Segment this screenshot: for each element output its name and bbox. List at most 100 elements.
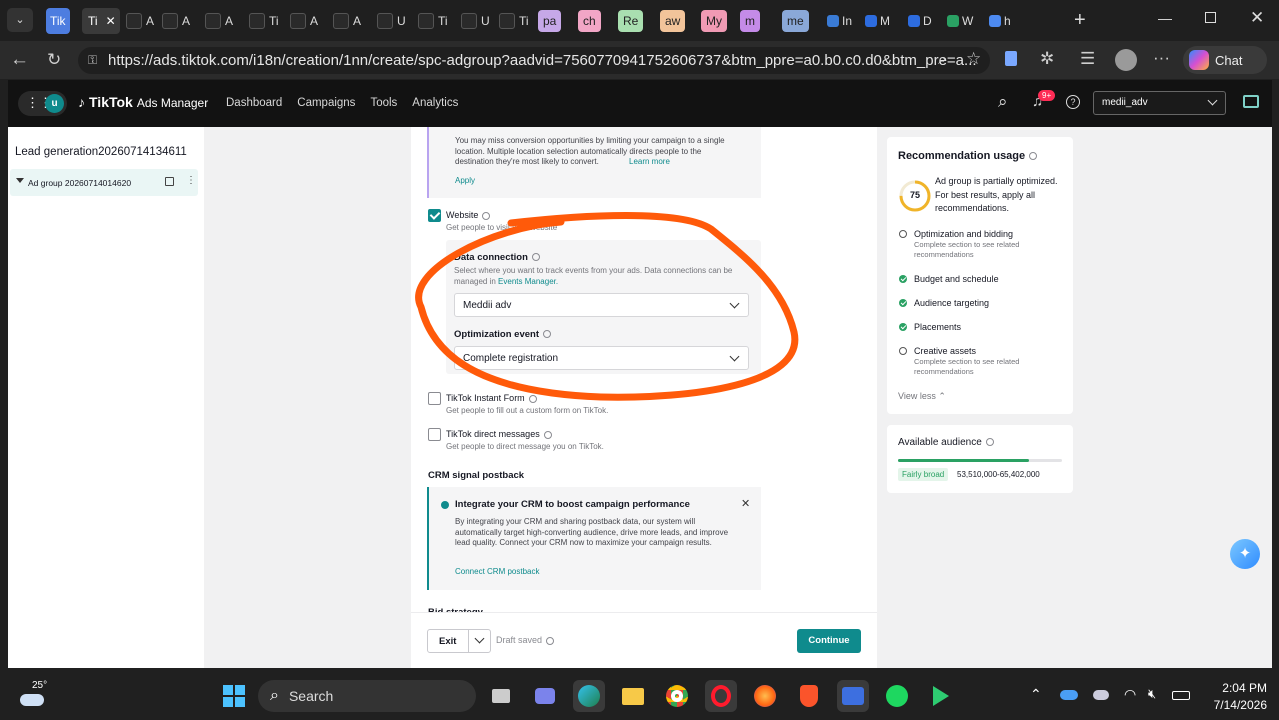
recommendation-item[interactable]: Creative assets Complete section to see r… xyxy=(899,346,1054,377)
browser-tab[interactable]: U xyxy=(461,8,490,34)
direct-messages-checkbox[interactable] xyxy=(428,428,441,441)
close-window-icon[interactable]: ✕ xyxy=(1250,8,1264,28)
tiktok-logo[interactable]: ♪ TikTok Ads Manager xyxy=(78,94,208,110)
info-icon[interactable] xyxy=(528,394,537,403)
duplicate-icon[interactable] xyxy=(165,177,174,186)
teams-icon[interactable] xyxy=(529,680,561,712)
browser-tab[interactable]: Ti xyxy=(249,8,279,34)
edge-icon[interactable] xyxy=(573,680,605,712)
browser-tab-colored[interactable]: D xyxy=(903,10,937,32)
browser-tab-colored[interactable]: In xyxy=(822,10,857,32)
file-explorer-icon[interactable] xyxy=(617,680,649,712)
browser-tab[interactable]: A xyxy=(333,8,361,34)
browser-tab[interactable]: A xyxy=(290,8,318,34)
browser-tab[interactable]: U xyxy=(377,8,406,34)
connect-crm-link[interactable]: Connect CRM postback xyxy=(455,567,539,576)
close-tab-icon[interactable]: ✕ xyxy=(106,14,116,28)
cloud-sync-icon[interactable] xyxy=(1093,690,1109,700)
browser-tab-colored[interactable]: M xyxy=(860,10,895,32)
browser-tab-colored[interactable]: aw xyxy=(660,10,686,32)
site-info-icon[interactable]: ⚿ xyxy=(88,53,97,68)
minimize-icon[interactable]: — xyxy=(1158,10,1172,26)
instant-form-checkbox[interactable] xyxy=(428,392,441,405)
onedrive-icon[interactable] xyxy=(1060,690,1078,700)
browser-tab[interactable]: A xyxy=(126,8,154,34)
crm-close-icon[interactable]: ✕ xyxy=(741,497,750,510)
browser-tab-colored[interactable]: ch xyxy=(578,10,601,32)
restore-icon[interactable] xyxy=(1205,12,1216,23)
browser-tab[interactable]: Ti xyxy=(418,8,448,34)
browser-tab-colored[interactable]: h xyxy=(984,10,1016,32)
info-icon[interactable] xyxy=(985,438,994,447)
info-icon[interactable] xyxy=(1029,152,1038,161)
chrome-icon[interactable] xyxy=(661,680,693,712)
view-less-link[interactable]: View less ⌃ xyxy=(898,391,946,402)
account-selector[interactable]: medii_adv xyxy=(1093,91,1226,115)
ai-assistant-button[interactable]: ✦ xyxy=(1230,539,1260,569)
task-view-icon[interactable] xyxy=(485,680,517,712)
exit-button[interactable]: Exit xyxy=(427,629,491,653)
browser-tab-colored[interactable]: W xyxy=(942,10,978,32)
opera-icon[interactable] xyxy=(705,680,737,712)
info-icon[interactable] xyxy=(543,430,552,439)
recommendation-item[interactable]: Optimization and bidding Complete section… xyxy=(899,229,1054,260)
info-icon[interactable] xyxy=(482,211,491,220)
events-manager-link[interactable]: Events Manager. xyxy=(498,277,558,286)
app-icon[interactable] xyxy=(837,680,869,712)
business-center-icon[interactable] xyxy=(1243,95,1259,108)
brave-icon[interactable] xyxy=(793,680,825,712)
nav-item-dashboard[interactable]: Dashboard xyxy=(226,97,282,109)
browser-tab[interactable]: Ti xyxy=(499,8,529,34)
more-icon[interactable]: ··· xyxy=(1153,48,1170,68)
tray-overflow-icon[interactable]: ⌃ xyxy=(1030,686,1042,703)
info-icon[interactable] xyxy=(546,636,555,645)
browser-tab-colored[interactable]: Re xyxy=(618,10,644,32)
info-icon[interactable] xyxy=(531,253,540,262)
nav-item-campaigns[interactable]: Campaigns xyxy=(297,97,355,109)
learn-more-link[interactable]: Learn more xyxy=(629,157,670,166)
browser-tab-colored[interactable]: pa xyxy=(538,10,562,32)
campaign-name[interactable]: Lead generation20260714134611 xyxy=(15,146,187,158)
wifi-icon[interactable]: ◠ xyxy=(1124,686,1136,703)
new-tab-icon[interactable]: + xyxy=(1074,9,1086,32)
recommendation-item[interactable]: Placements xyxy=(899,322,961,332)
browser-tab-colored[interactable]: me xyxy=(782,10,809,32)
info-icon[interactable] xyxy=(542,330,551,339)
extension-icon[interactable] xyxy=(1005,51,1017,66)
nav-item-tools[interactable]: Tools xyxy=(370,97,397,109)
recommendation-item[interactable]: Budget and schedule xyxy=(899,274,999,284)
refresh-icon[interactable]: ↻ xyxy=(47,50,61,70)
profile-avatar[interactable] xyxy=(1115,49,1137,71)
tab-actions-chevron-icon[interactable]: ⌄ xyxy=(7,8,33,32)
sidebar-item-adgroup[interactable]: Ad group 20260714014620 ⋮ xyxy=(10,169,198,196)
help-icon[interactable]: ? xyxy=(1066,95,1080,109)
address-bar[interactable]: ⚿ https://ads.tiktok.com/i18n/creation/1… xyxy=(78,47,990,74)
favorites-icon[interactable]: ☰ xyxy=(1080,49,1095,69)
website-checkbox[interactable] xyxy=(428,209,441,222)
firefox-icon[interactable] xyxy=(749,680,781,712)
taskbar-search[interactable]: ⌕ Search xyxy=(258,680,476,712)
tab-tiktok-1[interactable]: Tik xyxy=(46,8,70,34)
recommendation-item[interactable]: Audience targeting xyxy=(899,298,989,308)
continue-button[interactable]: Continue xyxy=(797,629,861,653)
optimization-event-select[interactable]: Complete registration xyxy=(454,346,749,370)
favorite-star-icon[interactable]: ☆ xyxy=(966,49,981,69)
start-icon[interactable] xyxy=(218,680,250,712)
search-icon[interactable]: ⌕ xyxy=(998,92,1008,112)
copilot-chat-button[interactable]: Chat xyxy=(1183,46,1267,74)
back-icon[interactable]: ← xyxy=(10,50,29,70)
data-connection-select[interactable]: Meddii adv xyxy=(454,293,749,317)
puzzle-extensions-icon[interactable]: ✲ xyxy=(1040,49,1054,69)
chevron-down-icon[interactable] xyxy=(474,633,485,644)
battery-icon[interactable] xyxy=(1172,691,1190,700)
nav-item-analytics[interactable]: Analytics xyxy=(412,97,458,109)
more-options-icon[interactable]: ⋮ xyxy=(186,175,196,186)
tab-tiktok-active[interactable]: Ti ✕ xyxy=(82,8,120,34)
volume-mute-icon[interactable]: 🔇︎ xyxy=(1148,686,1156,702)
browser-tab[interactable]: A xyxy=(162,8,190,34)
browser-tab-colored[interactable]: m xyxy=(740,10,760,32)
browser-tab-colored[interactable]: My xyxy=(701,10,727,32)
weather-widget[interactable]: 25° xyxy=(18,678,54,714)
apply-link[interactable]: Apply xyxy=(455,176,475,185)
media-app-icon[interactable] xyxy=(925,680,957,712)
